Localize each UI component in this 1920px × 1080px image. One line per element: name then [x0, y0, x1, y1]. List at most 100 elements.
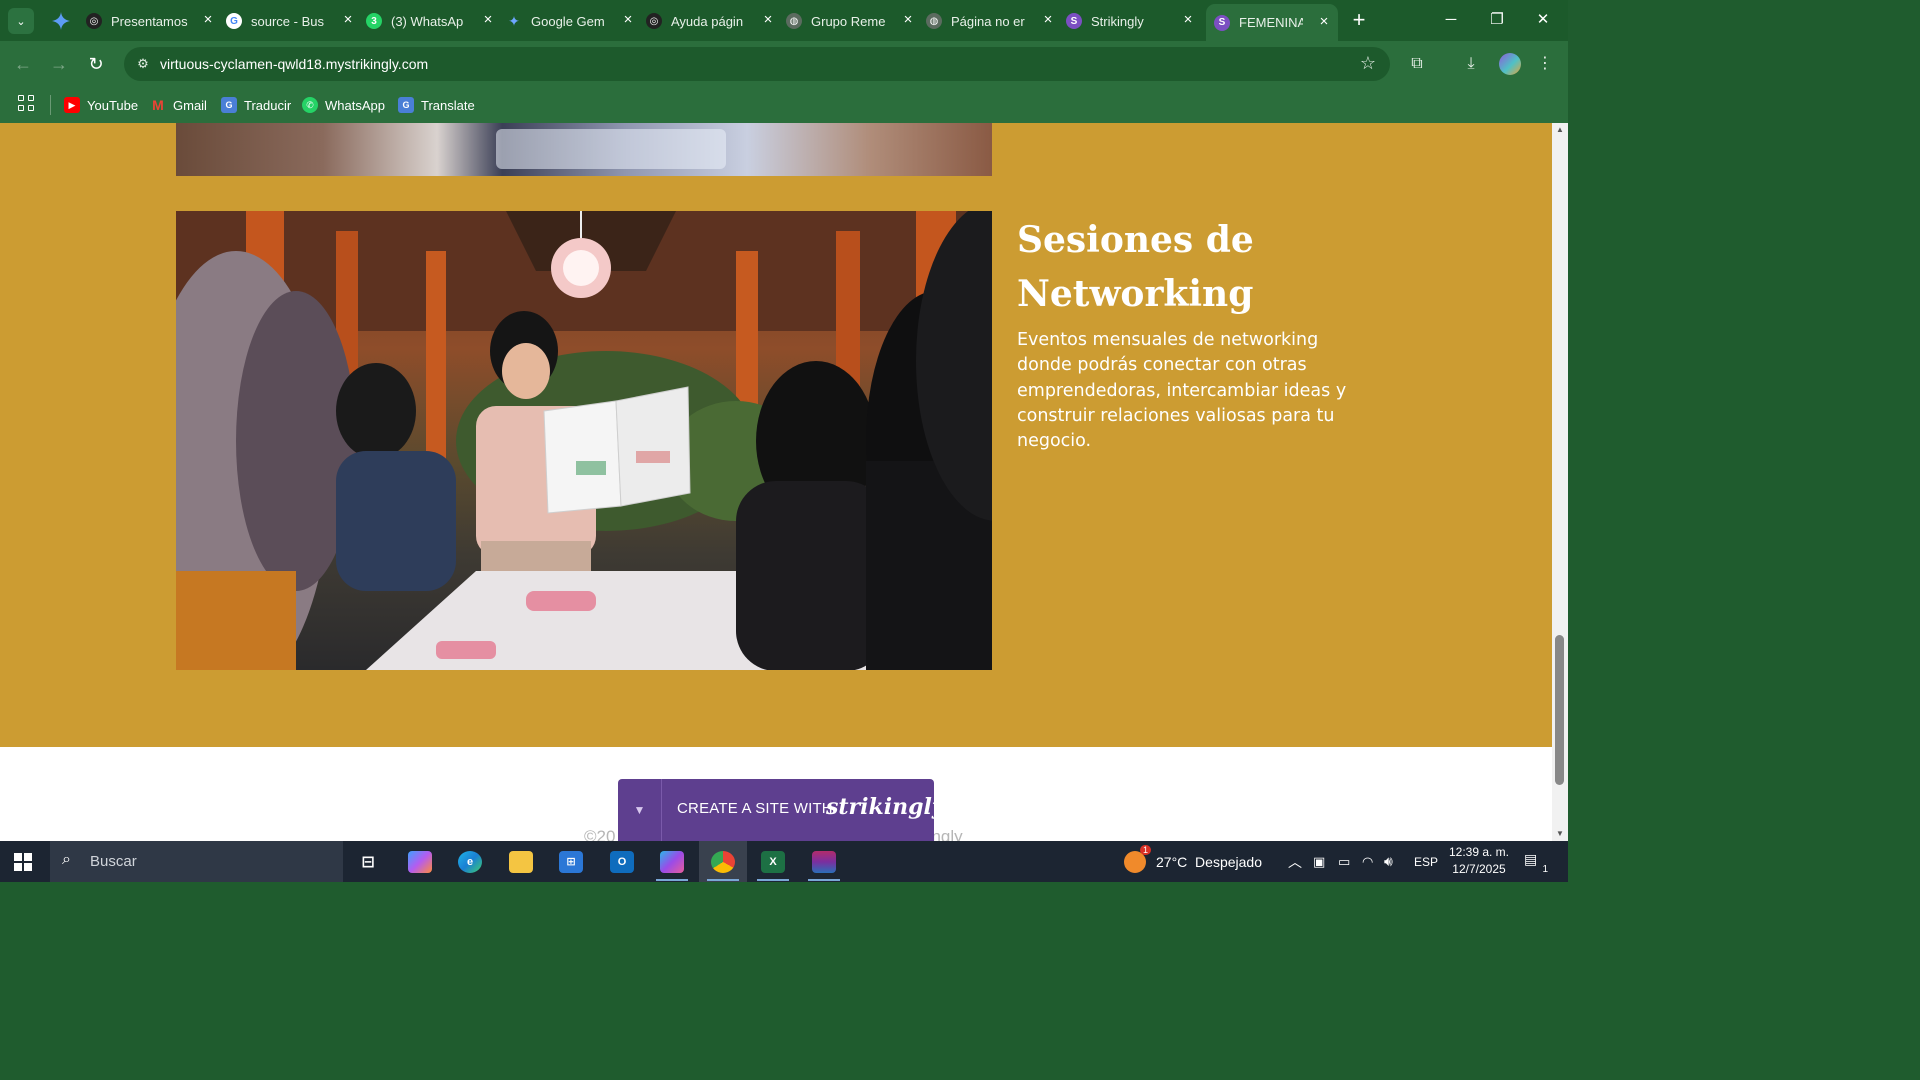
volume-icon[interactable]: 🔊︎ — [1384, 841, 1393, 882]
strikingly-logo[interactable]: strikingly — [826, 794, 945, 820]
bookmark-label: Gmail — [173, 97, 207, 113]
browser-toolbar: ← → ↻ ⚙ virtuous-cyclamen-qwld18.mystrik… — [0, 41, 1568, 87]
vertical-scrollbar[interactable]: ▲ ▼ — [1552, 123, 1568, 841]
strikingly-icon: S — [1214, 14, 1230, 31]
weather-widget[interactable]: 1 27°C Despejado — [1124, 841, 1262, 882]
tray-chevron-icon[interactable]: ︿ — [1288, 841, 1302, 882]
taskbar-edge[interactable]: e — [446, 841, 494, 882]
close-icon[interactable]: × — [1180, 12, 1196, 28]
language-indicator[interactable]: ESP — [1414, 841, 1438, 882]
search-placeholder[interactable]: Buscar — [90, 853, 137, 870]
bookmarks-divider — [50, 95, 51, 115]
strikingly-promo-banner[interactable]: ▼ CREATE A SITE WITH strikingly — [618, 779, 945, 841]
taskbar-search-box[interactable]: ⌕ Buscar — [50, 841, 343, 882]
tab-presentamos[interactable]: ◎ Presentamos × — [86, 6, 222, 36]
tab-title: (3) WhatsAp — [391, 13, 464, 29]
tab-source-search[interactable]: G source - Bus × — [226, 6, 362, 36]
copyright-end: ngly — [931, 827, 963, 841]
bookmark-whatsapp[interactable]: ✆ WhatsApp — [302, 94, 385, 116]
bookmark-traducir[interactable]: G Traducir — [221, 94, 291, 116]
reload-button[interactable]: ↻ — [83, 51, 109, 77]
close-icon[interactable]: × — [200, 12, 216, 28]
extensions-icon[interactable]: ⧉ — [1405, 52, 1429, 76]
taskbar-store[interactable]: ⊞ — [547, 841, 595, 882]
site-settings-icon[interactable]: ⚙ — [134, 55, 152, 73]
promo-text[interactable]: CREATE A SITE WITH — [677, 800, 833, 817]
networking-photo — [176, 211, 992, 670]
bookmark-youtube[interactable]: ▶ YouTube — [64, 94, 138, 116]
download-icon[interactable]: ⤓ — [1459, 52, 1483, 76]
wifi-icon[interactable]: ◠ — [1362, 841, 1373, 882]
tab-whatsapp[interactable]: 3 (3) WhatsAp × — [366, 6, 502, 36]
tab-title: Grupo Reme — [811, 13, 886, 29]
tab-title: source - Bus — [251, 13, 324, 29]
close-window-button[interactable]: ✕ — [1520, 6, 1566, 34]
minimize-button[interactable]: ─ — [1428, 6, 1474, 34]
youtube-icon: ▶ — [64, 97, 80, 113]
section-description: Eventos mensuales de networking donde po… — [1017, 330, 1347, 452]
battery-icon[interactable]: ▭ — [1338, 841, 1350, 882]
tab-grupo-reme[interactable]: ◍ Grupo Reme × — [786, 6, 922, 36]
weather-badge: 1 — [1139, 844, 1151, 855]
url-text[interactable]: virtuous-cyclamen-qwld18.mystrikingly.co… — [160, 56, 428, 72]
weather-text: 27°C Despejado — [1156, 853, 1262, 870]
bookmark-gmail[interactable]: M Gmail — [150, 94, 207, 116]
taskbar-winrar[interactable] — [800, 841, 848, 882]
taskbar-file-explorer[interactable] — [497, 841, 545, 882]
scrollbar-thumb[interactable] — [1555, 635, 1564, 785]
tab-google-gemini[interactable]: ✦ Google Gem × — [506, 6, 642, 36]
profile-avatar[interactable] — [1499, 53, 1521, 75]
close-icon[interactable]: × — [760, 12, 776, 28]
meet-icon[interactable]: ▣ — [1313, 841, 1325, 882]
globe-icon: ◍ — [786, 13, 802, 29]
tab-femeninas[interactable]: S FEMENINAS × — [1206, 4, 1338, 41]
meeting-photo-illustration — [176, 211, 992, 670]
gemini-tab[interactable] — [46, 8, 76, 34]
restore-button[interactable]: ❐ — [1474, 6, 1520, 34]
bookmark-star-icon[interactable]: ☆ — [1360, 53, 1376, 74]
windows-start-icon[interactable] — [14, 853, 32, 871]
taskbar-clock[interactable]: 12:39 a. m. 12/7/2025 — [1446, 844, 1512, 878]
task-view-button[interactable]: ⊟ — [344, 841, 392, 882]
notification-center[interactable]: ▤ 1 — [1524, 851, 1548, 875]
tab-search-button[interactable]: ⌄ — [8, 8, 34, 34]
close-icon[interactable]: × — [340, 12, 356, 28]
forward-button[interactable]: → — [46, 51, 72, 77]
menu-icon[interactable]: ⋮ — [1533, 52, 1557, 76]
scroll-up-arrow-icon[interactable]: ▲ — [1552, 123, 1568, 137]
taskbar-excel[interactable]: X — [749, 841, 797, 882]
back-button[interactable]: ← — [10, 51, 36, 77]
tab-strip: ⌄ ◎ Presentamos × G source - Bus × 3 (3)… — [0, 0, 1568, 41]
tab-pagina-no-encontrada[interactable]: ◍ Página no er × — [926, 6, 1062, 36]
scroll-down-arrow-icon[interactable]: ▼ — [1552, 827, 1568, 841]
apps-grid-icon[interactable] — [18, 95, 36, 113]
previous-section-photo — [176, 123, 992, 176]
winrar-icon — [812, 850, 836, 873]
m365-icon — [660, 850, 684, 873]
close-icon[interactable]: × — [1316, 14, 1332, 30]
taskbar-copilot[interactable] — [396, 841, 444, 882]
gemini-icon — [52, 12, 70, 30]
close-icon[interactable]: × — [900, 12, 916, 28]
translate-icon: G — [221, 97, 237, 113]
search-icon: ⌕ — [62, 851, 71, 868]
networking-section: Sesiones de Networking Eventos mensuales… — [0, 123, 1552, 747]
windows-taskbar: ⌕ Buscar ⊟ e ⊞ O X 1 27°C Despejado ︿ ▣ … — [0, 841, 1568, 882]
taskbar-chrome[interactable] — [699, 841, 747, 882]
folder-icon — [509, 850, 533, 873]
taskbar-outlook[interactable]: O — [598, 841, 646, 882]
bookmark-translate[interactable]: G Translate — [398, 94, 475, 116]
collapse-arrow-icon[interactable]: ▼ — [618, 779, 662, 841]
whatsapp-icon: ✆ — [302, 97, 318, 113]
tab-ayuda[interactable]: ◎ Ayuda págin × — [646, 6, 782, 36]
tab-strikingly[interactable]: S Strikingly × — [1066, 6, 1202, 36]
bookmark-label: WhatsApp — [325, 97, 385, 113]
close-icon[interactable]: × — [620, 12, 636, 28]
chrome-icon — [711, 850, 735, 873]
close-icon[interactable]: × — [1040, 12, 1056, 28]
new-tab-button[interactable]: + — [1346, 8, 1372, 34]
task-view-icon: ⊟ — [361, 853, 375, 871]
close-icon[interactable]: × — [480, 12, 496, 28]
address-bar[interactable]: ⚙ virtuous-cyclamen-qwld18.mystrikingly.… — [124, 47, 1390, 81]
taskbar-m365[interactable] — [648, 841, 696, 882]
